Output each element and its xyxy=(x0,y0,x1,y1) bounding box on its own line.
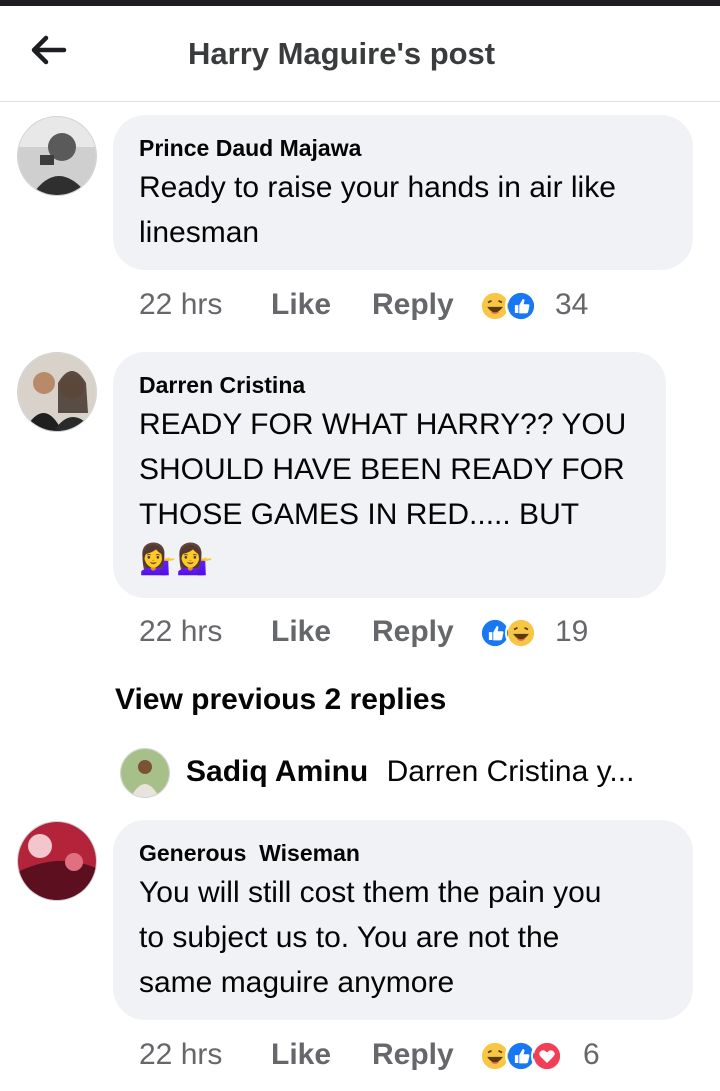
avatar[interactable] xyxy=(17,352,97,432)
back-arrow-icon[interactable] xyxy=(26,30,70,70)
post-header: Harry Maguire's post xyxy=(0,6,720,102)
avatar[interactable] xyxy=(120,748,170,798)
view-previous-replies-link[interactable]: View previous 2 replies xyxy=(115,683,446,717)
comment-line: 💁‍♀️💁‍♀️ xyxy=(139,543,214,576)
reply-button[interactable]: Reply xyxy=(372,1038,454,1072)
comment-author[interactable]: Prince Daud Majawa xyxy=(139,135,361,162)
reaction-count[interactable]: 6 xyxy=(583,1038,600,1072)
comment-meta: 22 hrs Like Reply 19 xyxy=(139,615,619,655)
like-button[interactable]: Like xyxy=(271,615,331,649)
love-icon xyxy=(531,1040,563,1072)
comment-bubble: Generous Wiseman You will still cost the… xyxy=(113,820,693,1020)
comment-author[interactable]: Generous Wiseman xyxy=(139,840,360,867)
reply-author[interactable]: Sadiq Aminu xyxy=(186,755,368,788)
comment-bubble: Prince Daud Majawa Ready to raise your h… xyxy=(113,115,693,270)
comment-line: READY FOR WHAT HARRY?? YOU xyxy=(139,408,627,441)
like-button[interactable]: Like xyxy=(271,1038,331,1072)
comment-line: linesman xyxy=(139,216,260,249)
comment-meta: 22 hrs Like Reply 34 xyxy=(139,288,619,328)
comment-text: You will still cost them the pain you to… xyxy=(139,870,601,1005)
comment-text: Ready to raise your hands in air like li… xyxy=(139,165,616,255)
comment-line: to subject us to. You are not the xyxy=(139,921,560,954)
page-title: Harry Maguire's post xyxy=(188,36,496,71)
reaction-count[interactable]: 34 xyxy=(555,288,588,322)
reaction-count[interactable]: 19 xyxy=(555,615,588,649)
comment-bubble: Darren Cristina READY FOR WHAT HARRY?? Y… xyxy=(113,352,666,598)
comment-line: Ready to raise your hands in air like xyxy=(139,171,616,204)
comment-text: READY FOR WHAT HARRY?? YOU SHOULD HAVE B… xyxy=(139,402,626,582)
comment-time[interactable]: 22 hrs xyxy=(139,1038,222,1072)
comment-line: SHOULD HAVE BEEN READY FOR xyxy=(139,453,625,486)
comment-meta: 22 hrs Like Reply 6 xyxy=(139,1038,639,1078)
reaction-summary[interactable] xyxy=(479,1040,575,1074)
reply-preview[interactable]: Sadiq Aminu Darren Cristina y... xyxy=(186,755,634,789)
comment-time[interactable]: 22 hrs xyxy=(139,615,222,649)
avatar[interactable] xyxy=(17,116,97,196)
like-button[interactable]: Like xyxy=(271,288,331,322)
like-icon xyxy=(505,290,537,322)
reply-button[interactable]: Reply xyxy=(372,615,454,649)
reply-snippet: Darren Cristina y... xyxy=(386,755,635,788)
comment-line: THOSE GAMES IN RED..... BUT xyxy=(139,498,580,531)
reaction-summary[interactable] xyxy=(479,290,549,324)
comment-author[interactable]: Darren Cristina xyxy=(139,372,305,399)
reaction-summary[interactable] xyxy=(479,617,549,651)
comment-time[interactable]: 22 hrs xyxy=(139,288,222,322)
avatar[interactable] xyxy=(17,821,97,901)
haha-icon xyxy=(505,617,537,649)
comment-line: same maguire anymore xyxy=(139,966,455,999)
reply-button[interactable]: Reply xyxy=(372,288,454,322)
comment-line: You will still cost them the pain you xyxy=(139,876,602,909)
